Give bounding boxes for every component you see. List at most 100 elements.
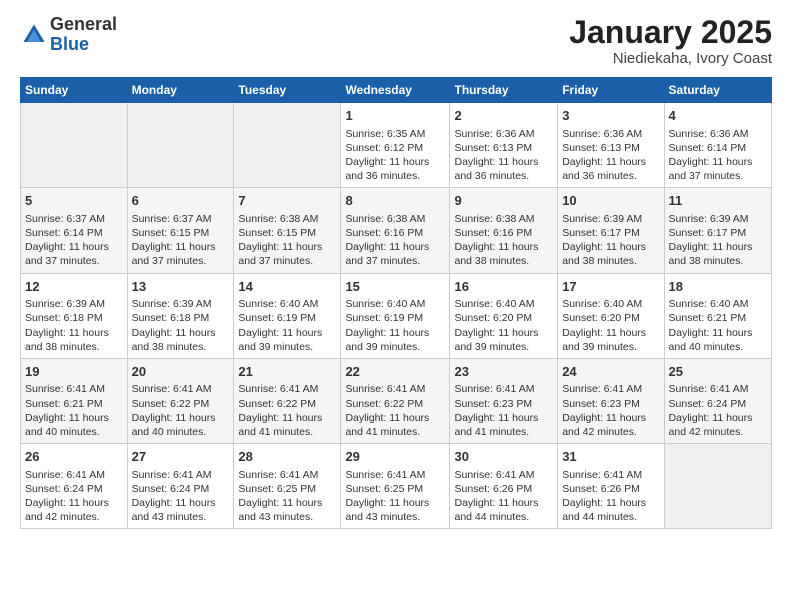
day-number: 25 <box>669 363 767 381</box>
day-cell: 11Sunrise: 6:39 AMSunset: 6:17 PMDayligh… <box>664 188 771 273</box>
day-number: 12 <box>25 278 123 296</box>
day-info-line: Sunrise: 6:36 AM <box>669 127 767 141</box>
day-number: 21 <box>238 363 336 381</box>
day-number: 29 <box>345 448 445 466</box>
day-info-line: Sunrise: 6:39 AM <box>669 212 767 226</box>
day-info-line: Sunrise: 6:41 AM <box>238 382 336 396</box>
day-info-line: and 37 minutes. <box>238 254 336 268</box>
day-info-line: Sunset: 6:14 PM <box>669 141 767 155</box>
day-info-line: Sunset: 6:15 PM <box>132 226 230 240</box>
day-info-line: Sunrise: 6:41 AM <box>25 468 123 482</box>
day-number: 30 <box>454 448 553 466</box>
day-cell: 7Sunrise: 6:38 AMSunset: 6:15 PMDaylight… <box>234 188 341 273</box>
day-info-line: Daylight: 11 hours <box>669 240 767 254</box>
day-info-line: and 38 minutes. <box>454 254 553 268</box>
day-number: 14 <box>238 278 336 296</box>
day-info-line: Daylight: 11 hours <box>345 496 445 510</box>
day-number: 31 <box>562 448 659 466</box>
day-info-line: and 43 minutes. <box>345 510 445 524</box>
day-number: 23 <box>454 363 553 381</box>
day-info-line: Sunset: 6:16 PM <box>345 226 445 240</box>
day-info-line: and 39 minutes. <box>345 340 445 354</box>
day-cell: 6 Sunrise: 6:37 AMSunset: 6:15 PMDaylight… <box>127 188 234 273</box>
day-number: 8 <box>345 192 445 210</box>
day-cell <box>21 103 128 188</box>
day-info-line: and 42 minutes. <box>669 425 767 439</box>
day-info-line: Sunset: 6:17 PM <box>669 226 767 240</box>
calendar-title: January 2025 <box>569 15 772 50</box>
week-row-4: 26Sunrise: 6:41 AMSunset: 6:24 PMDayligh… <box>21 444 772 529</box>
day-info-line: and 36 minutes. <box>454 169 553 183</box>
day-info-line: Sunrise: 6:41 AM <box>132 468 230 482</box>
week-row-2: 12Sunrise: 6:39 AMSunset: 6:18 PMDayligh… <box>21 273 772 358</box>
day-info-line: Sunset: 6:14 PM <box>25 226 123 240</box>
day-number: 15 <box>345 278 445 296</box>
day-info-line: and 42 minutes. <box>562 425 659 439</box>
day-info-line: Daylight: 11 hours <box>669 155 767 169</box>
day-info-line: Sunrise: 6:40 AM <box>345 297 445 311</box>
day-info-line: Daylight: 11 hours <box>345 240 445 254</box>
day-info-line: Daylight: 11 hours <box>562 411 659 425</box>
day-info-line: and 39 minutes. <box>238 340 336 354</box>
day-number: 16 <box>454 278 553 296</box>
day-info-line: and 41 minutes. <box>454 425 553 439</box>
day-cell: 29Sunrise: 6:41 AMSunset: 6:25 PMDayligh… <box>341 444 450 529</box>
week-row-3: 19Sunrise: 6:41 AMSunset: 6:21 PMDayligh… <box>21 358 772 443</box>
day-info-line: Sunrise: 6:37 AM <box>25 212 123 226</box>
day-info-line: Sunrise: 6:37 AM <box>132 212 230 226</box>
day-cell: 31Sunrise: 6:41 AMSunset: 6:26 PMDayligh… <box>558 444 664 529</box>
day-number: 26 <box>25 448 123 466</box>
day-number: 7 <box>238 192 336 210</box>
day-info-line: Sunset: 6:12 PM <box>345 141 445 155</box>
day-cell: 30Sunrise: 6:41 AMSunset: 6:26 PMDayligh… <box>450 444 558 529</box>
day-info-line: Daylight: 11 hours <box>132 240 230 254</box>
day-info-line: Sunset: 6:21 PM <box>25 397 123 411</box>
day-info-line: Daylight: 11 hours <box>562 155 659 169</box>
day-info-line: Sunset: 6:19 PM <box>238 311 336 325</box>
day-info-line: Daylight: 11 hours <box>238 240 336 254</box>
day-info-line: Sunset: 6:20 PM <box>562 311 659 325</box>
day-number: 20 <box>132 363 230 381</box>
day-info-line: Sunrise: 6:41 AM <box>454 382 553 396</box>
day-info-line: Sunrise: 6:38 AM <box>345 212 445 226</box>
day-info-line: Daylight: 11 hours <box>669 411 767 425</box>
day-info-line: Daylight: 11 hours <box>345 411 445 425</box>
day-info-line: and 43 minutes. <box>238 510 336 524</box>
day-info-line: Sunset: 6:23 PM <box>454 397 553 411</box>
day-number: 1 <box>345 107 445 125</box>
day-cell: 9Sunrise: 6:38 AMSunset: 6:16 PMDaylight… <box>450 188 558 273</box>
day-info-line: and 38 minutes. <box>132 340 230 354</box>
day-info-line: Sunrise: 6:38 AM <box>454 212 553 226</box>
day-info-line: Sunrise: 6:41 AM <box>132 382 230 396</box>
day-info-line: Sunset: 6:20 PM <box>454 311 553 325</box>
day-info-line: and 38 minutes. <box>669 254 767 268</box>
day-number: 27 <box>132 448 230 466</box>
day-info-line: Daylight: 11 hours <box>25 326 123 340</box>
day-number: 9 <box>454 192 553 210</box>
day-cell: 22Sunrise: 6:41 AMSunset: 6:22 PMDayligh… <box>341 358 450 443</box>
day-cell: 23Sunrise: 6:41 AMSunset: 6:23 PMDayligh… <box>450 358 558 443</box>
day-info-line: Daylight: 11 hours <box>25 240 123 254</box>
logo-general-text: General <box>50 14 117 34</box>
day-info-line: Sunset: 6:22 PM <box>345 397 445 411</box>
day-info-line: Sunset: 6:26 PM <box>454 482 553 496</box>
day-info-line: Sunrise: 6:39 AM <box>132 297 230 311</box>
header-thursday: Thursday <box>450 78 558 103</box>
day-info-line: and 36 minutes. <box>345 169 445 183</box>
header: General Blue January 2025 Niediekaha, Iv… <box>20 15 772 67</box>
day-info-line: Sunset: 6:24 PM <box>669 397 767 411</box>
day-cell: 14Sunrise: 6:40 AMSunset: 6:19 PMDayligh… <box>234 273 341 358</box>
day-info-line: and 37 minutes. <box>25 254 123 268</box>
day-number: 6 <box>132 192 230 210</box>
day-info-line: Sunset: 6:25 PM <box>345 482 445 496</box>
day-info-line: Daylight: 11 hours <box>454 326 553 340</box>
day-info-line: Sunset: 6:26 PM <box>562 482 659 496</box>
calendar-subtitle: Niediekaha, Ivory Coast <box>569 50 772 67</box>
day-info-line: and 43 minutes. <box>132 510 230 524</box>
day-cell: 15Sunrise: 6:40 AMSunset: 6:19 PMDayligh… <box>341 273 450 358</box>
day-info-line: Daylight: 11 hours <box>132 326 230 340</box>
day-info-line: and 39 minutes. <box>562 340 659 354</box>
header-wednesday: Wednesday <box>341 78 450 103</box>
day-info-line: Daylight: 11 hours <box>132 411 230 425</box>
day-info-line: Sunrise: 6:41 AM <box>454 468 553 482</box>
